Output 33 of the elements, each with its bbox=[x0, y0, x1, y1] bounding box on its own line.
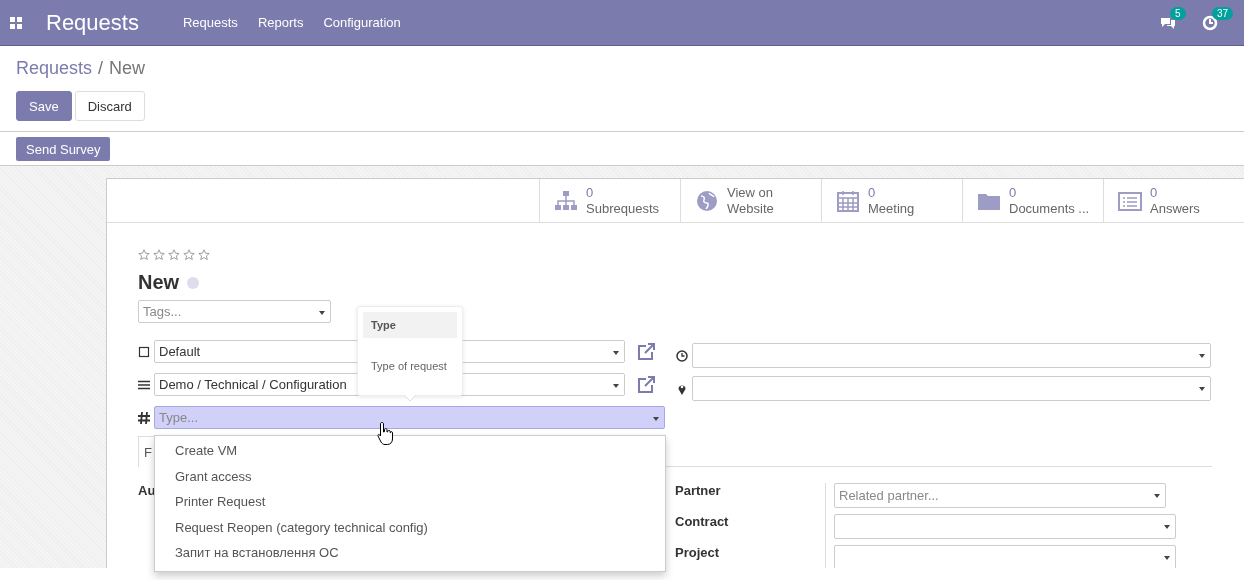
stat-label: Meeting bbox=[868, 200, 915, 217]
dropdown-option[interactable]: Grant access bbox=[155, 464, 665, 490]
counter-badge: 5 bbox=[1170, 6, 1186, 20]
save-button[interactable]: Save bbox=[16, 91, 72, 121]
counter-badge: 37 bbox=[1212, 6, 1234, 20]
field-label: Partner bbox=[675, 483, 722, 500]
stat-count: 0 bbox=[1150, 184, 1159, 201]
dropdown-option[interactable]: Request Reopen (category technical config) bbox=[155, 515, 665, 541]
record-title: New bbox=[138, 271, 180, 294]
stat-label: Answers bbox=[1150, 200, 1200, 217]
menu-item[interactable]: Reports bbox=[257, 15, 304, 30]
breadcrumb-separator: / bbox=[98, 58, 104, 79]
tooltip-title: Type bbox=[363, 312, 457, 338]
stat-count: 0 bbox=[1009, 184, 1018, 201]
discard-button[interactable]: Discard bbox=[74, 91, 145, 121]
stat-label: Subrequests bbox=[586, 200, 659, 217]
dropdown-option[interactable]: Printer Request bbox=[155, 490, 665, 516]
stat-count: 0 bbox=[586, 184, 595, 201]
app-title: Requests bbox=[46, 9, 139, 36]
tags-field[interactable]: Tags... bbox=[138, 300, 331, 323]
tooltip-text: Type of request bbox=[370, 359, 448, 372]
select-field[interactable]: Related partner... bbox=[834, 483, 1166, 508]
menu-item[interactable]: Configuration bbox=[323, 15, 401, 30]
menu-item[interactable]: Requests bbox=[182, 15, 238, 30]
send-survey-button[interactable]: Send Survey bbox=[16, 137, 111, 161]
stat-count: 0 bbox=[868, 184, 877, 201]
stat-label: Documents ... bbox=[1009, 200, 1090, 217]
field-label: Contract bbox=[675, 514, 730, 531]
dropdown-option[interactable]: Запит на встановлення ОС bbox=[155, 541, 665, 567]
stat-label: View on Website bbox=[727, 184, 775, 217]
field-label: Project bbox=[675, 545, 721, 562]
breadcrumb-link[interactable]: Requests bbox=[16, 58, 93, 79]
breadcrumb-current: New bbox=[109, 58, 146, 79]
